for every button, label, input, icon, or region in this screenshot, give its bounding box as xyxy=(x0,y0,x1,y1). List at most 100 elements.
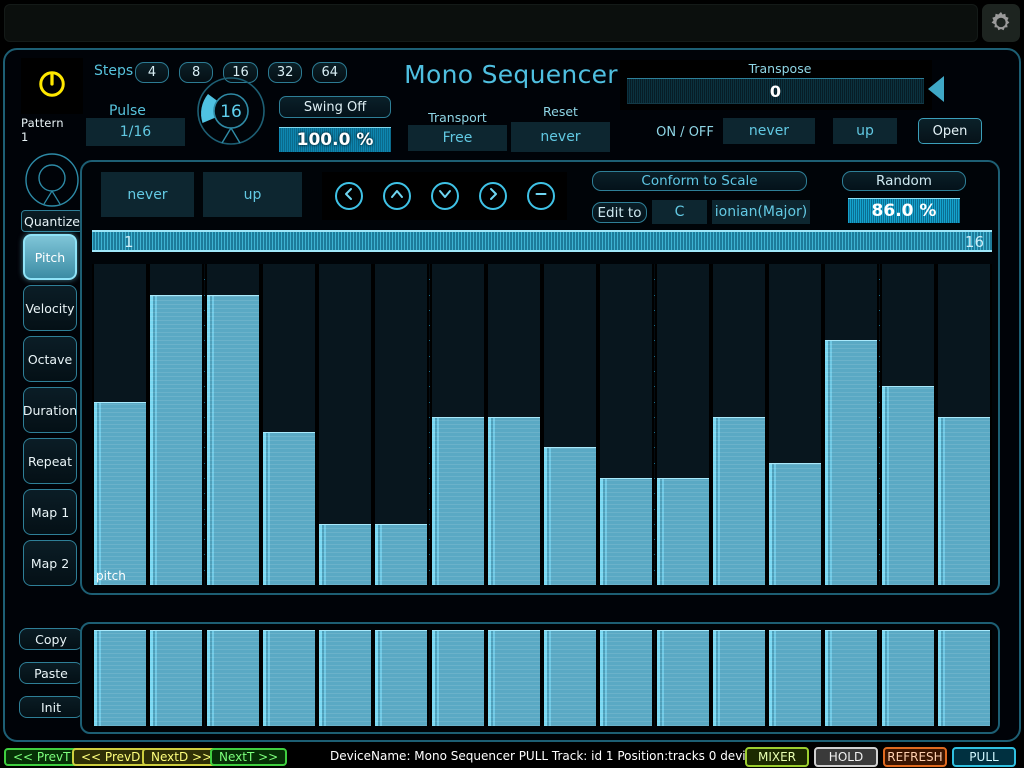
bottom-bar[interactable] xyxy=(600,630,652,726)
pitch-bar[interactable] xyxy=(769,463,821,585)
pitch-step-column[interactable] xyxy=(148,264,204,585)
sidebar-item-duration[interactable]: Duration xyxy=(23,387,77,433)
pitch-bar[interactable] xyxy=(713,417,765,585)
bottom-bar[interactable] xyxy=(319,630,371,726)
bottom-step-column[interactable] xyxy=(542,630,598,726)
onoff-never-value[interactable]: never xyxy=(723,118,815,144)
pitch-step-column[interactable] xyxy=(936,264,992,585)
bottom-bar[interactable] xyxy=(150,630,202,726)
sidebar-item-pitch[interactable]: Pitch xyxy=(23,234,77,280)
bottom-step-column[interactable] xyxy=(823,630,879,726)
bottom-step-column[interactable] xyxy=(92,630,148,726)
bottom-step-column[interactable] xyxy=(430,630,486,726)
title-bar-field[interactable] xyxy=(4,4,978,42)
mixer-button[interactable]: MIXER xyxy=(745,747,809,767)
pulse-value[interactable]: 1/16 xyxy=(86,118,185,146)
bottom-step-column[interactable] xyxy=(148,630,204,726)
nav-up-button[interactable] xyxy=(383,182,411,210)
pitch-step-column[interactable] xyxy=(767,264,823,585)
bottom-bar[interactable] xyxy=(488,630,540,726)
nav-left-button[interactable] xyxy=(335,182,363,210)
pitch-bar[interactable] xyxy=(600,478,652,585)
bottom-bar[interactable] xyxy=(207,630,259,726)
sidebar-item-map1[interactable]: Map 1 xyxy=(23,489,77,535)
editor-up-value[interactable]: up xyxy=(203,172,302,217)
bottom-bar[interactable] xyxy=(657,630,709,726)
bottom-bar[interactable] xyxy=(825,630,877,726)
quantize-button[interactable]: Quantize xyxy=(21,210,83,232)
nav-right-button[interactable] xyxy=(479,182,507,210)
pitch-step-column[interactable] xyxy=(261,264,317,585)
pitch-step-column[interactable] xyxy=(598,264,654,585)
refresh-button[interactable]: REFRESH xyxy=(883,747,947,767)
steps-option-64[interactable]: 64 xyxy=(312,62,347,83)
swing-percent-slider[interactable]: 100.0 % xyxy=(279,127,391,152)
pitch-step-column[interactable] xyxy=(317,264,373,585)
nav-down-button[interactable] xyxy=(431,182,459,210)
prev-device-button[interactable]: << PrevD xyxy=(72,748,149,766)
bottom-bar[interactable] xyxy=(938,630,990,726)
transpose-slider[interactable]: 0 xyxy=(627,78,924,104)
pitch-bar[interactable] xyxy=(938,417,990,585)
bottom-bar[interactable] xyxy=(544,630,596,726)
copy-button[interactable]: Copy xyxy=(19,628,83,650)
onoff-up-value[interactable]: up xyxy=(833,118,897,144)
bottom-bar[interactable] xyxy=(882,630,934,726)
pitch-bar[interactable] xyxy=(825,340,877,585)
pitch-step-column[interactable] xyxy=(92,264,148,585)
steps-option-4[interactable]: 4 xyxy=(135,62,169,83)
bottom-step-column[interactable] xyxy=(486,630,542,726)
conform-to-scale-button[interactable]: Conform to Scale xyxy=(592,171,807,191)
bottom-bar[interactable] xyxy=(94,630,146,726)
bottom-bar[interactable] xyxy=(263,630,315,726)
bottom-step-column[interactable] xyxy=(598,630,654,726)
pull-button[interactable]: PULL xyxy=(952,747,1016,767)
pitch-bar[interactable] xyxy=(319,524,371,585)
nav-minus-button[interactable] xyxy=(527,182,555,210)
edit-to-button[interactable]: Edit to xyxy=(592,202,647,223)
pitch-bar[interactable] xyxy=(432,417,484,585)
pitch-bar[interactable] xyxy=(375,524,427,585)
editor-never-value[interactable]: never xyxy=(101,172,194,217)
bottom-step-column[interactable] xyxy=(767,630,823,726)
bottom-step-column[interactable] xyxy=(317,630,373,726)
init-button[interactable]: Init xyxy=(19,696,83,718)
next-track-button[interactable]: NextT >> xyxy=(210,748,287,766)
pitch-step-column[interactable] xyxy=(711,264,767,585)
scale-name-value[interactable]: ionian(Major) xyxy=(712,200,810,224)
quantize-dial[interactable] xyxy=(24,152,80,208)
bottom-step-column[interactable] xyxy=(655,630,711,726)
sidebar-item-map2[interactable]: Map 2 xyxy=(23,540,77,586)
steps-knob[interactable]: 16 xyxy=(196,76,266,146)
bottom-step-column[interactable] xyxy=(373,630,429,726)
sidebar-item-repeat[interactable]: Repeat xyxy=(23,438,77,484)
bottom-step-column[interactable] xyxy=(711,630,767,726)
step-ruler[interactable]: 1 16 xyxy=(92,230,992,252)
bottom-bar[interactable] xyxy=(375,630,427,726)
pitch-bar[interactable] xyxy=(882,386,934,585)
prev-track-button[interactable]: << PrevT xyxy=(4,748,79,766)
pitch-bar[interactable] xyxy=(488,417,540,585)
sidebar-item-octave[interactable]: Octave xyxy=(23,336,77,382)
pitch-bar[interactable] xyxy=(207,295,259,585)
pitch-step-column[interactable] xyxy=(823,264,879,585)
sidebar-item-velocity[interactable]: Velocity xyxy=(23,285,77,331)
bottom-step-column[interactable] xyxy=(205,630,261,726)
pitch-step-column[interactable] xyxy=(373,264,429,585)
reset-value[interactable]: never xyxy=(511,122,610,152)
settings-button[interactable] xyxy=(982,4,1020,42)
random-percent-slider[interactable]: 86.0 % xyxy=(848,198,960,223)
pitch-step-column[interactable] xyxy=(880,264,936,585)
bottom-bar[interactable] xyxy=(432,630,484,726)
bottom-bar[interactable] xyxy=(769,630,821,726)
pitch-step-column[interactable] xyxy=(430,264,486,585)
pitch-bar[interactable] xyxy=(544,447,596,585)
pitch-bar[interactable] xyxy=(657,478,709,585)
random-button[interactable]: Random xyxy=(842,171,966,191)
swing-toggle-button[interactable]: Swing Off xyxy=(279,96,391,118)
paste-button[interactable]: Paste xyxy=(19,662,83,684)
open-button[interactable]: Open xyxy=(918,118,982,144)
pitch-step-column[interactable] xyxy=(205,264,261,585)
hold-button[interactable]: HOLD xyxy=(814,747,878,767)
pitch-bar[interactable] xyxy=(150,295,202,585)
